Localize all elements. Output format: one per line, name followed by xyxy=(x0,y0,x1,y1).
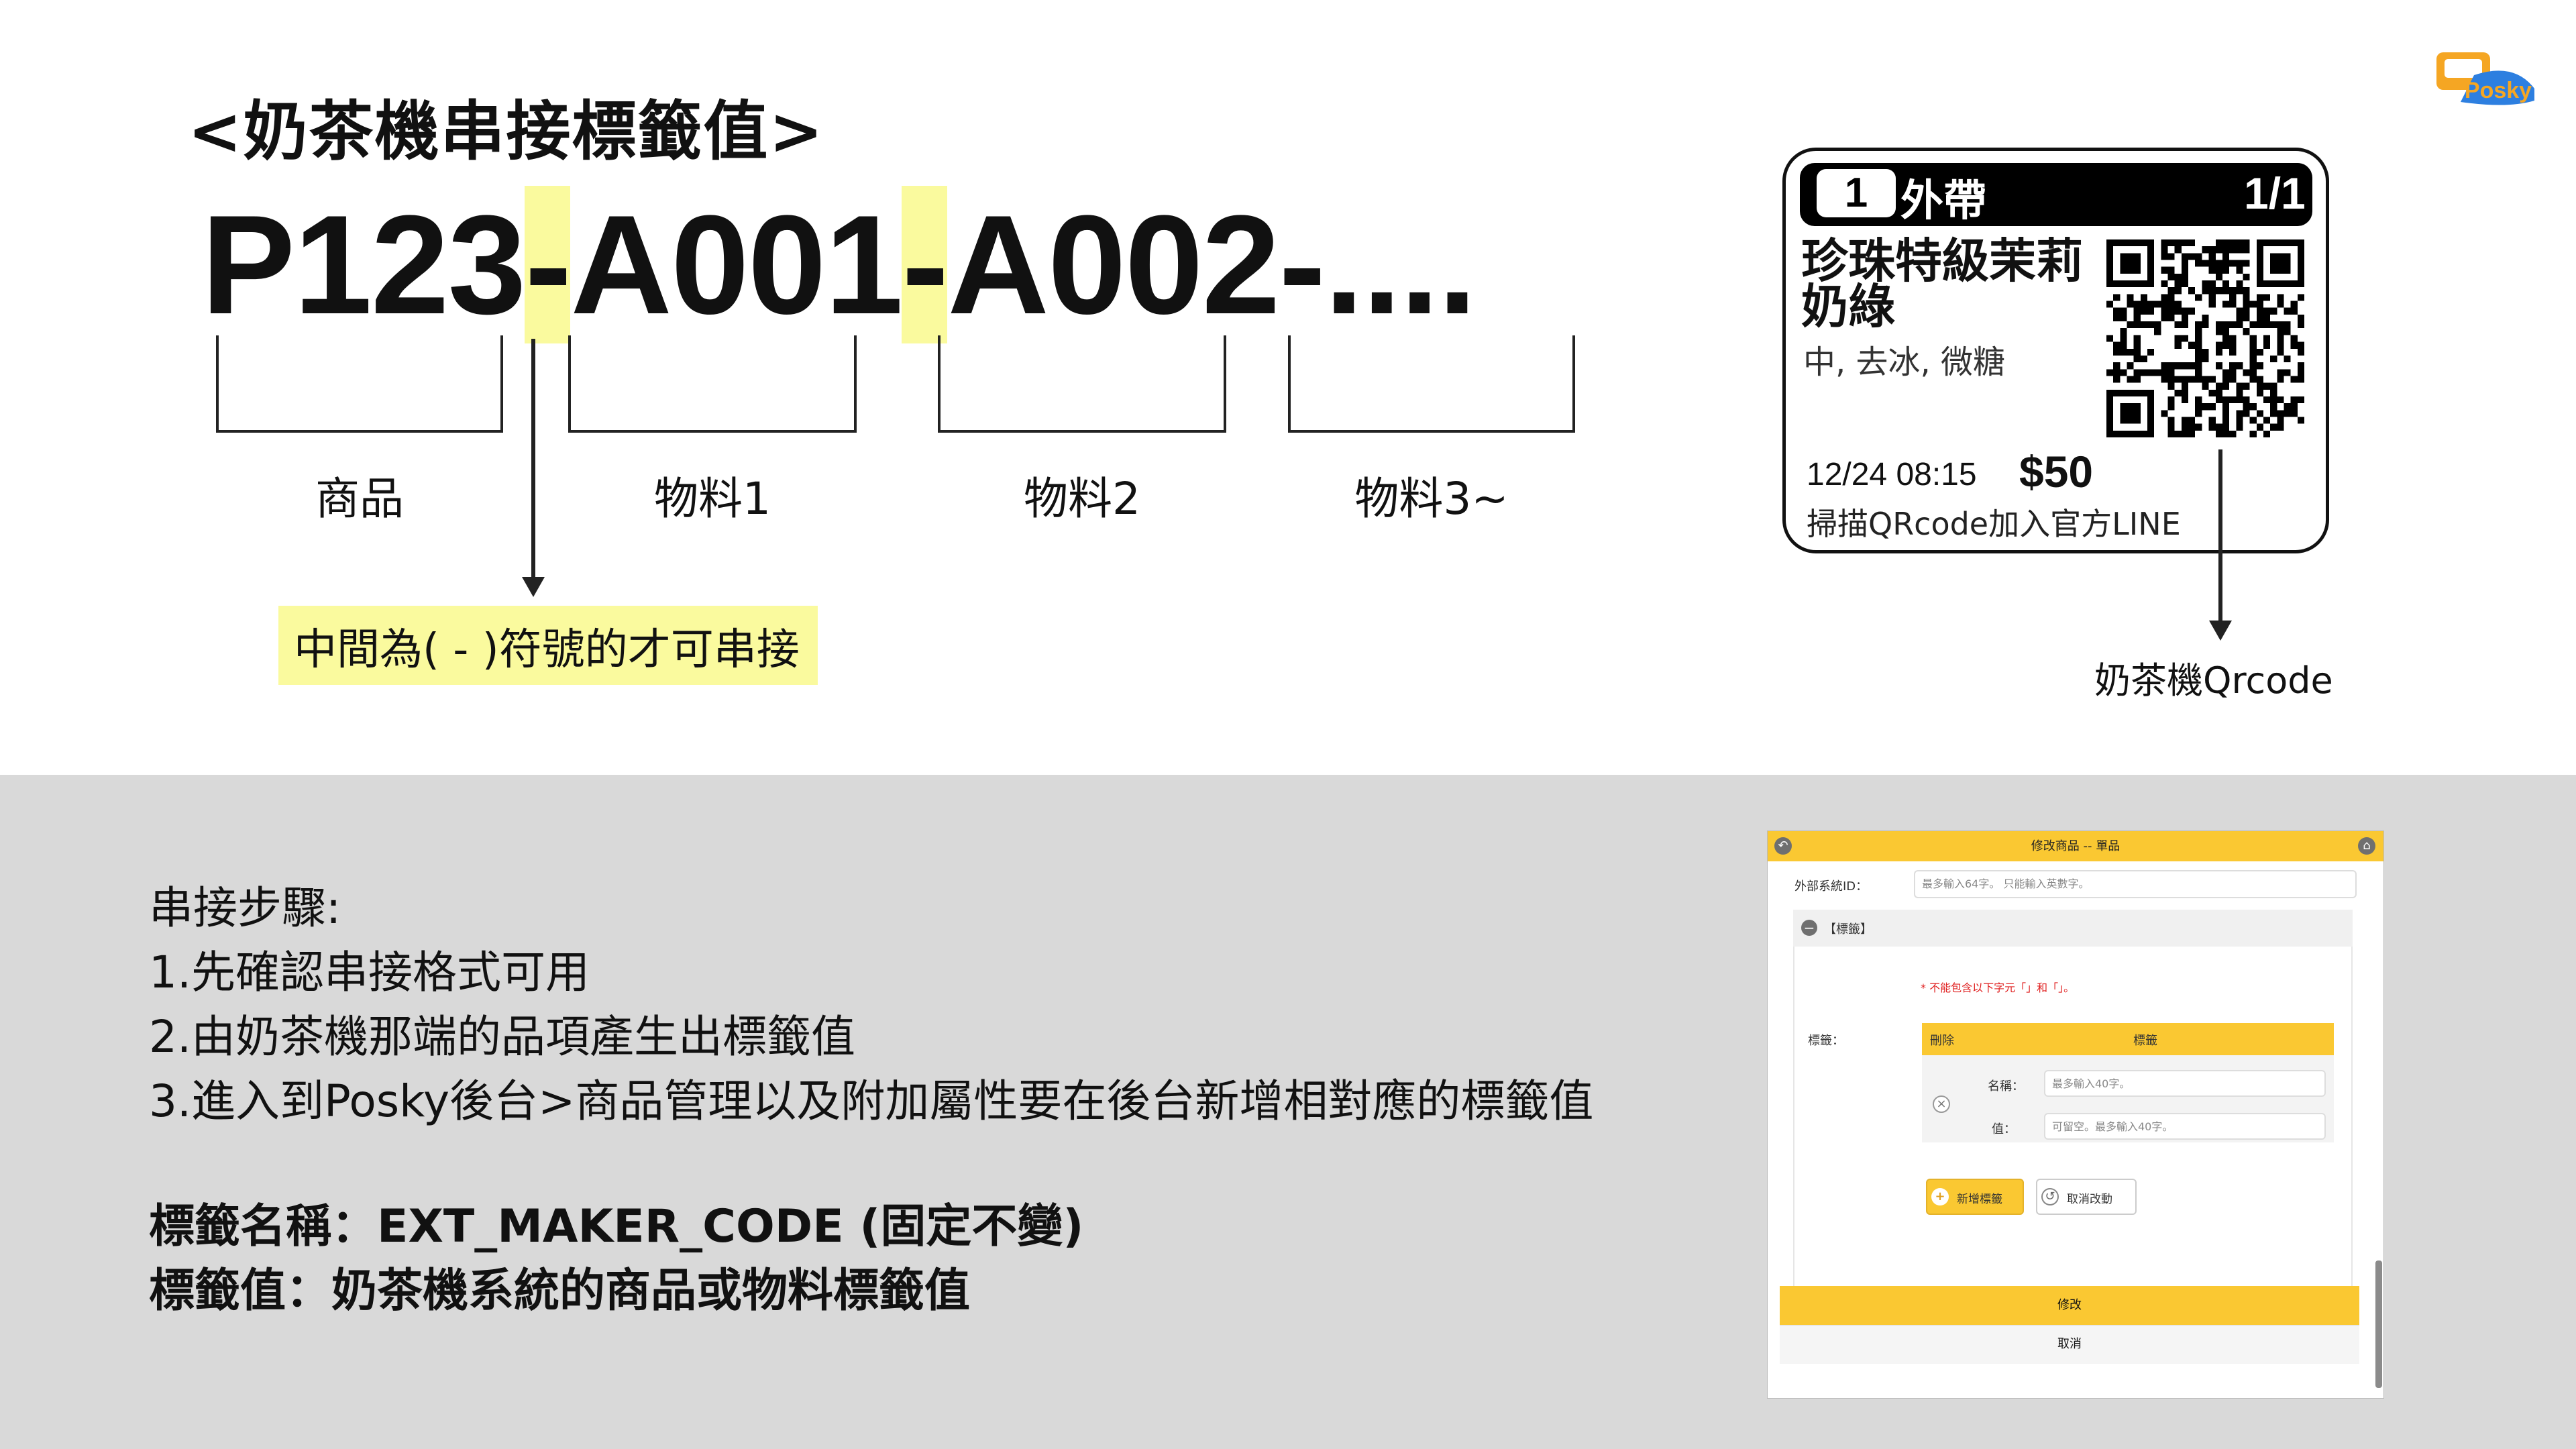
submit-label: 修改 xyxy=(2057,1298,2082,1312)
ext-id-input[interactable]: 最多輸入64字。 只能輸入英數字。 xyxy=(1914,870,2357,898)
segment-label-material-3: 物料3~ xyxy=(1354,473,1509,525)
order-time: 12/24 08:15 xyxy=(1807,457,1977,492)
cancel-changes-button[interactable]: ↺ 取消改動 xyxy=(2036,1179,2137,1215)
order-number: 1 xyxy=(1817,169,1896,217)
add-tag-button[interactable]: + 新增標籤 xyxy=(1926,1179,2024,1215)
submit-button[interactable]: 修改 xyxy=(1780,1286,2359,1325)
tag-value-label: 值： xyxy=(1992,1122,2016,1136)
scan-instruction: 掃描QRcode加入官方LINE xyxy=(1807,506,2181,542)
tag-table-header xyxy=(1922,1023,2334,1055)
tag-value-input[interactable]: 可留空。最多輸入40字。 xyxy=(2044,1113,2326,1140)
cancel-changes-label: 取消改動 xyxy=(2067,1193,2112,1206)
bracket-product xyxy=(216,335,503,433)
home-icon[interactable]: ⌂ xyxy=(2358,837,2375,855)
arrow-line xyxy=(531,339,535,580)
logo-text: Posky xyxy=(2465,78,2532,103)
tag-value-line: 標籤值：奶茶機系統的商品或物料標籤值 xyxy=(149,1265,971,1318)
step-item: 1.先確認串接格式可用 xyxy=(149,947,590,998)
code-material-rest: A002-.... xyxy=(947,186,1477,343)
tag-label: 標籤： xyxy=(1808,1034,1844,1048)
segment-label-material-1: 物料1 xyxy=(654,473,771,525)
item-options: 中, 去冰, 微糖 xyxy=(1803,343,2006,381)
item-name: 珍珠特級茉莉奶綠 xyxy=(1801,233,2083,334)
code-product: P123 xyxy=(201,186,526,343)
bracket-material-2 xyxy=(938,335,1226,433)
tag-section-title: 【標籤】 xyxy=(1824,922,1872,936)
segment-label-material-2: 物料2 xyxy=(1024,473,1140,525)
qrcode-label: 奶茶機Qrcode xyxy=(2094,659,2333,702)
order-price: $50 xyxy=(2019,447,2094,496)
arrow-down-icon xyxy=(522,577,545,597)
tag-code-example: P123-A001-A002-.... xyxy=(201,186,1477,343)
order-type: 外帶 xyxy=(1900,176,1986,226)
form-title: 修改商品 -- 單品 xyxy=(2031,839,2121,853)
ext-id-label: 外部系統ID： xyxy=(1794,879,1868,894)
scrollbar[interactable] xyxy=(2375,1260,2382,1388)
tag-name-input[interactable]: 最多輸入40字。 xyxy=(2044,1070,2326,1097)
step-item: 3.進入到Posky後台>商品管理以及附加屬性要在後台新增相對應的標籤值 xyxy=(149,1075,1594,1127)
bracket-material-3 xyxy=(1288,335,1575,433)
code-dash-highlight: - xyxy=(902,186,949,343)
plus-icon: + xyxy=(1931,1188,1949,1205)
col-tag: 標籤 xyxy=(2133,1034,2157,1048)
steps-heading: 串接步驟: xyxy=(149,882,341,934)
delete-tag-icon[interactable]: × xyxy=(1933,1095,1950,1113)
undo-icon: ↺ xyxy=(2041,1188,2059,1205)
page-title: <奶茶機串接標籤值> xyxy=(188,94,824,169)
edit-product-form: 修改商品 -- 單品 ↶ ⌂ 外部系統ID： 最多輸入64字。 只能輸入英數字。… xyxy=(1767,830,2384,1399)
tag-section-header[interactable] xyxy=(1793,910,2353,947)
posky-logo-icon: Posky xyxy=(2436,52,2534,105)
code-material-1: A001 xyxy=(570,186,903,343)
arrow-line xyxy=(2218,449,2222,624)
cancel-button[interactable]: 取消 xyxy=(1780,1325,2359,1364)
add-tag-label: 新增標籤 xyxy=(1957,1193,2002,1206)
tag-name-label: 名稱： xyxy=(1988,1079,2024,1093)
qrcode-icon xyxy=(2106,239,2304,437)
code-dash-highlight: - xyxy=(525,186,572,343)
dash-note: 中間為( - )符號的才可串接 xyxy=(294,625,800,675)
arrow-down-icon xyxy=(2209,621,2232,641)
back-icon[interactable]: ↶ xyxy=(1774,837,1792,855)
collapse-icon[interactable]: − xyxy=(1801,920,1817,936)
tag-name-line: 標籤名稱：EXT_MAKER_CODE (固定不變) xyxy=(149,1200,1084,1253)
segment-label-product: 商品 xyxy=(315,473,404,525)
col-delete: 刪除 xyxy=(1930,1034,1954,1048)
bracket-material-1 xyxy=(568,335,857,433)
step-item: 2.由奶茶機那端的品項產生出標籤值 xyxy=(149,1011,855,1063)
cancel-label: 取消 xyxy=(2057,1337,2082,1351)
tag-warning: * 不能包含以下字元「」和「」。 xyxy=(1921,981,2075,994)
page-count: 1/1 xyxy=(2244,168,2306,218)
